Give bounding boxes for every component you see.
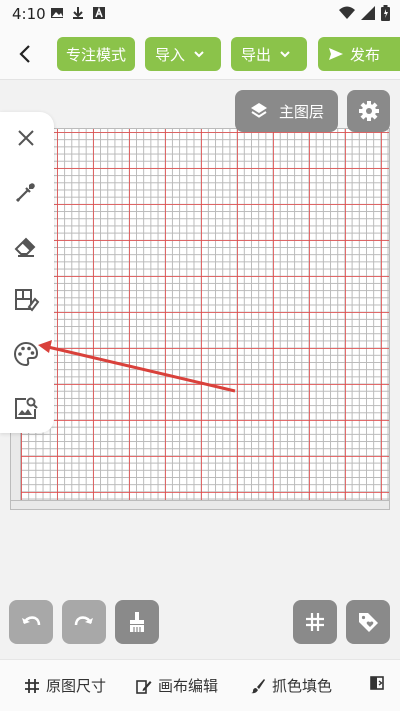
status-time: 4:10 (12, 5, 46, 23)
publish-button[interactable]: 发布 (318, 37, 400, 71)
back-arrow-icon[interactable] (12, 40, 40, 68)
chevron-down-icon (280, 51, 290, 58)
export-button[interactable]: 导出 (231, 37, 307, 71)
clean-brush-button[interactable] (115, 600, 159, 644)
import-button[interactable]: 导入 (145, 37, 221, 71)
redo-icon (74, 616, 93, 626)
image-icon (51, 8, 63, 18)
status-left-icons (50, 6, 106, 20)
gear-icon (358, 101, 379, 121)
battery-icon (381, 5, 390, 21)
tool-sidebar (0, 112, 54, 433)
a-icon (93, 6, 105, 19)
tab-canvas-edit-label: 画布编辑 (158, 677, 219, 695)
eraser-icon[interactable] (12, 232, 40, 260)
canvas-edit-icon (136, 679, 152, 694)
tab-pick-fill[interactable]: 抓色填色 (250, 675, 332, 696)
wifi-icon (339, 6, 355, 19)
brush-icon (251, 678, 265, 693)
undo-button[interactable] (9, 600, 53, 644)
app-root: 4:10 专注模式 导入 导出 发布 主图层 原图尺寸 画布编辑 抓色填色 (0, 0, 400, 711)
redo-button[interactable] (62, 600, 106, 644)
publish-label: 发布 (350, 45, 381, 64)
grid-hash-icon (25, 678, 39, 693)
status-bar: 4:10 (0, 0, 400, 28)
bottom-tab-bar: 原图尺寸 画布编辑 抓色填色 (0, 659, 400, 711)
main-layer-label: 主图层 (279, 102, 325, 121)
palette-icon[interactable] (12, 340, 40, 368)
broom-icon (130, 612, 144, 632)
main-layer-button[interactable]: 主图层 (235, 90, 338, 132)
signal-icon (361, 6, 375, 20)
tab-canvas-edit[interactable]: 画布编辑 (136, 675, 218, 696)
tab-original-size-label: 原图尺寸 (46, 677, 107, 695)
import-label: 导入 (155, 45, 186, 64)
layers-icon (251, 103, 267, 118)
grid-toggle-button[interactable] (293, 600, 337, 644)
half-square-icon (370, 676, 384, 690)
tag-button[interactable] (346, 600, 390, 644)
tab-pick-fill-label: 抓色填色 (272, 677, 333, 695)
focus-mode-button[interactable]: 专注模式 (57, 37, 135, 71)
fill-shape-icon[interactable] (12, 286, 40, 314)
image-search-icon[interactable] (12, 394, 40, 422)
chevron-down-icon (194, 51, 204, 58)
export-label: 导出 (241, 45, 272, 64)
eyedropper-icon[interactable] (12, 178, 40, 206)
send-icon (329, 48, 343, 60)
focus-mode-label: 专注模式 (66, 45, 127, 64)
tab-original-size[interactable]: 原图尺寸 (24, 675, 106, 696)
grid-icon (306, 613, 324, 631)
drawing-canvas-grid[interactable] (10, 128, 390, 510)
status-right-icons (339, 5, 390, 21)
top-toolbar: 专注模式 导入 导出 发布 (0, 28, 400, 80)
close-icon[interactable] (12, 124, 40, 152)
settings-button[interactable] (347, 90, 390, 132)
tag-heart-icon (359, 613, 378, 632)
tab-more[interactable] (369, 675, 385, 691)
undo-icon (22, 616, 41, 626)
download-icon (73, 7, 83, 19)
